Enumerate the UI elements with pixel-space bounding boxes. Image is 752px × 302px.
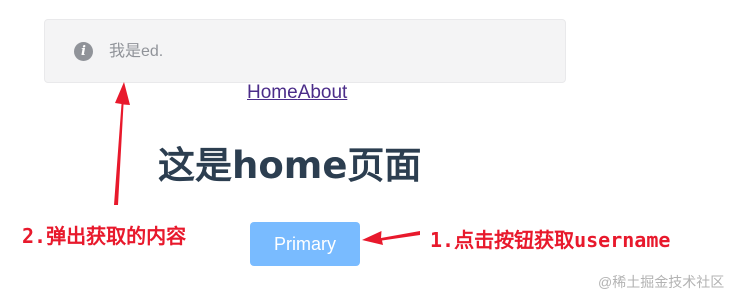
arrow-left-to-button-icon <box>362 231 420 245</box>
arrow-up-to-message-icon <box>114 82 130 205</box>
annotation-arrows <box>114 82 420 245</box>
watermark: @稀土掘金技术社区 <box>598 274 725 290</box>
